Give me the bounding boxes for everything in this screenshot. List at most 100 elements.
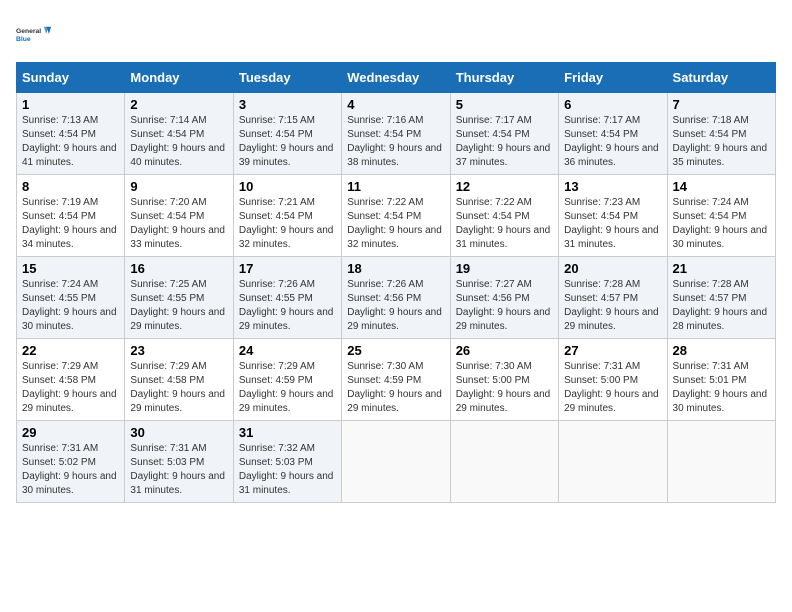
day-info: Sunrise: 7:31 AM Sunset: 5:02 PM Dayligh…	[22, 442, 119, 498]
header-thursday: Thursday	[450, 63, 558, 93]
calendar-cell: 10 Sunrise: 7:21 AM Sunset: 4:54 PM Dayl…	[233, 175, 341, 257]
day-number: 9	[130, 179, 227, 194]
day-number: 25	[347, 343, 444, 358]
day-info: Sunrise: 7:28 AM Sunset: 4:57 PM Dayligh…	[564, 278, 661, 334]
day-info: Sunrise: 7:19 AM Sunset: 4:54 PM Dayligh…	[22, 196, 119, 252]
calendar-cell	[342, 421, 450, 503]
day-info: Sunrise: 7:31 AM Sunset: 5:03 PM Dayligh…	[130, 442, 227, 498]
day-number: 30	[130, 425, 227, 440]
day-number: 26	[456, 343, 553, 358]
day-info: Sunrise: 7:26 AM Sunset: 4:55 PM Dayligh…	[239, 278, 336, 334]
day-info: Sunrise: 7:22 AM Sunset: 4:54 PM Dayligh…	[347, 196, 444, 252]
day-info: Sunrise: 7:17 AM Sunset: 4:54 PM Dayligh…	[564, 114, 661, 170]
calendar-cell: 2 Sunrise: 7:14 AM Sunset: 4:54 PM Dayli…	[125, 93, 233, 175]
calendar-cell: 21 Sunrise: 7:28 AM Sunset: 4:57 PM Dayl…	[667, 257, 775, 339]
day-number: 27	[564, 343, 661, 358]
calendar-week-row: 22 Sunrise: 7:29 AM Sunset: 4:58 PM Dayl…	[17, 339, 776, 421]
day-info: Sunrise: 7:29 AM Sunset: 4:58 PM Dayligh…	[130, 360, 227, 416]
day-info: Sunrise: 7:24 AM Sunset: 4:54 PM Dayligh…	[673, 196, 770, 252]
calendar-cell: 9 Sunrise: 7:20 AM Sunset: 4:54 PM Dayli…	[125, 175, 233, 257]
calendar-cell	[667, 421, 775, 503]
calendar-cell: 24 Sunrise: 7:29 AM Sunset: 4:59 PM Dayl…	[233, 339, 341, 421]
day-number: 20	[564, 261, 661, 276]
day-number: 10	[239, 179, 336, 194]
day-info: Sunrise: 7:14 AM Sunset: 4:54 PM Dayligh…	[130, 114, 227, 170]
day-info: Sunrise: 7:28 AM Sunset: 4:57 PM Dayligh…	[673, 278, 770, 334]
day-info: Sunrise: 7:32 AM Sunset: 5:03 PM Dayligh…	[239, 442, 336, 498]
day-info: Sunrise: 7:31 AM Sunset: 5:01 PM Dayligh…	[673, 360, 770, 416]
day-number: 3	[239, 97, 336, 112]
day-number: 14	[673, 179, 770, 194]
calendar-cell: 28 Sunrise: 7:31 AM Sunset: 5:01 PM Dayl…	[667, 339, 775, 421]
day-info: Sunrise: 7:29 AM Sunset: 4:59 PM Dayligh…	[239, 360, 336, 416]
day-info: Sunrise: 7:30 AM Sunset: 4:59 PM Dayligh…	[347, 360, 444, 416]
day-number: 18	[347, 261, 444, 276]
calendar-cell: 26 Sunrise: 7:30 AM Sunset: 5:00 PM Dayl…	[450, 339, 558, 421]
calendar-cell: 1 Sunrise: 7:13 AM Sunset: 4:54 PM Dayli…	[17, 93, 125, 175]
day-number: 21	[673, 261, 770, 276]
day-number: 15	[22, 261, 119, 276]
day-info: Sunrise: 7:21 AM Sunset: 4:54 PM Dayligh…	[239, 196, 336, 252]
day-info: Sunrise: 7:24 AM Sunset: 4:55 PM Dayligh…	[22, 278, 119, 334]
calendar-cell: 25 Sunrise: 7:30 AM Sunset: 4:59 PM Dayl…	[342, 339, 450, 421]
day-number: 4	[347, 97, 444, 112]
day-info: Sunrise: 7:16 AM Sunset: 4:54 PM Dayligh…	[347, 114, 444, 170]
header-tuesday: Tuesday	[233, 63, 341, 93]
calendar-cell: 27 Sunrise: 7:31 AM Sunset: 5:00 PM Dayl…	[559, 339, 667, 421]
day-info: Sunrise: 7:15 AM Sunset: 4:54 PM Dayligh…	[239, 114, 336, 170]
day-number: 1	[22, 97, 119, 112]
header-monday: Monday	[125, 63, 233, 93]
header-sunday: Sunday	[17, 63, 125, 93]
day-info: Sunrise: 7:31 AM Sunset: 5:00 PM Dayligh…	[564, 360, 661, 416]
calendar-week-row: 8 Sunrise: 7:19 AM Sunset: 4:54 PM Dayli…	[17, 175, 776, 257]
calendar-cell: 22 Sunrise: 7:29 AM Sunset: 4:58 PM Dayl…	[17, 339, 125, 421]
day-number: 2	[130, 97, 227, 112]
day-info: Sunrise: 7:13 AM Sunset: 4:54 PM Dayligh…	[22, 114, 119, 170]
calendar-cell: 20 Sunrise: 7:28 AM Sunset: 4:57 PM Dayl…	[559, 257, 667, 339]
header-wednesday: Wednesday	[342, 63, 450, 93]
calendar-cell: 7 Sunrise: 7:18 AM Sunset: 4:54 PM Dayli…	[667, 93, 775, 175]
calendar-cell	[450, 421, 558, 503]
day-number: 22	[22, 343, 119, 358]
day-number: 24	[239, 343, 336, 358]
svg-text:General: General	[16, 28, 41, 35]
calendar-cell: 23 Sunrise: 7:29 AM Sunset: 4:58 PM Dayl…	[125, 339, 233, 421]
day-number: 28	[673, 343, 770, 358]
day-info: Sunrise: 7:25 AM Sunset: 4:55 PM Dayligh…	[130, 278, 227, 334]
calendar-cell: 14 Sunrise: 7:24 AM Sunset: 4:54 PM Dayl…	[667, 175, 775, 257]
day-info: Sunrise: 7:29 AM Sunset: 4:58 PM Dayligh…	[22, 360, 119, 416]
header-saturday: Saturday	[667, 63, 775, 93]
calendar-cell: 4 Sunrise: 7:16 AM Sunset: 4:54 PM Dayli…	[342, 93, 450, 175]
calendar-cell: 31 Sunrise: 7:32 AM Sunset: 5:03 PM Dayl…	[233, 421, 341, 503]
calendar-week-row: 29 Sunrise: 7:31 AM Sunset: 5:02 PM Dayl…	[17, 421, 776, 503]
calendar-cell: 11 Sunrise: 7:22 AM Sunset: 4:54 PM Dayl…	[342, 175, 450, 257]
day-number: 23	[130, 343, 227, 358]
calendar-header-row: SundayMondayTuesdayWednesdayThursdayFrid…	[17, 63, 776, 93]
day-number: 16	[130, 261, 227, 276]
calendar-cell: 3 Sunrise: 7:15 AM Sunset: 4:54 PM Dayli…	[233, 93, 341, 175]
day-info: Sunrise: 7:27 AM Sunset: 4:56 PM Dayligh…	[456, 278, 553, 334]
svg-text:Blue: Blue	[16, 36, 31, 43]
calendar-cell: 19 Sunrise: 7:27 AM Sunset: 4:56 PM Dayl…	[450, 257, 558, 339]
calendar-cell: 18 Sunrise: 7:26 AM Sunset: 4:56 PM Dayl…	[342, 257, 450, 339]
calendar-cell: 30 Sunrise: 7:31 AM Sunset: 5:03 PM Dayl…	[125, 421, 233, 503]
calendar-cell: 29 Sunrise: 7:31 AM Sunset: 5:02 PM Dayl…	[17, 421, 125, 503]
logo-icon: GeneralBlue	[16, 16, 52, 52]
calendar-cell: 5 Sunrise: 7:17 AM Sunset: 4:54 PM Dayli…	[450, 93, 558, 175]
day-number: 19	[456, 261, 553, 276]
day-info: Sunrise: 7:23 AM Sunset: 4:54 PM Dayligh…	[564, 196, 661, 252]
day-info: Sunrise: 7:30 AM Sunset: 5:00 PM Dayligh…	[456, 360, 553, 416]
calendar-cell: 17 Sunrise: 7:26 AM Sunset: 4:55 PM Dayl…	[233, 257, 341, 339]
day-info: Sunrise: 7:18 AM Sunset: 4:54 PM Dayligh…	[673, 114, 770, 170]
calendar-cell: 6 Sunrise: 7:17 AM Sunset: 4:54 PM Dayli…	[559, 93, 667, 175]
day-number: 5	[456, 97, 553, 112]
logo: GeneralBlue	[16, 16, 52, 52]
header-friday: Friday	[559, 63, 667, 93]
day-info: Sunrise: 7:20 AM Sunset: 4:54 PM Dayligh…	[130, 196, 227, 252]
calendar-cell: 12 Sunrise: 7:22 AM Sunset: 4:54 PM Dayl…	[450, 175, 558, 257]
calendar-cell: 8 Sunrise: 7:19 AM Sunset: 4:54 PM Dayli…	[17, 175, 125, 257]
day-info: Sunrise: 7:22 AM Sunset: 4:54 PM Dayligh…	[456, 196, 553, 252]
day-number: 13	[564, 179, 661, 194]
calendar-cell: 15 Sunrise: 7:24 AM Sunset: 4:55 PM Dayl…	[17, 257, 125, 339]
day-number: 11	[347, 179, 444, 194]
